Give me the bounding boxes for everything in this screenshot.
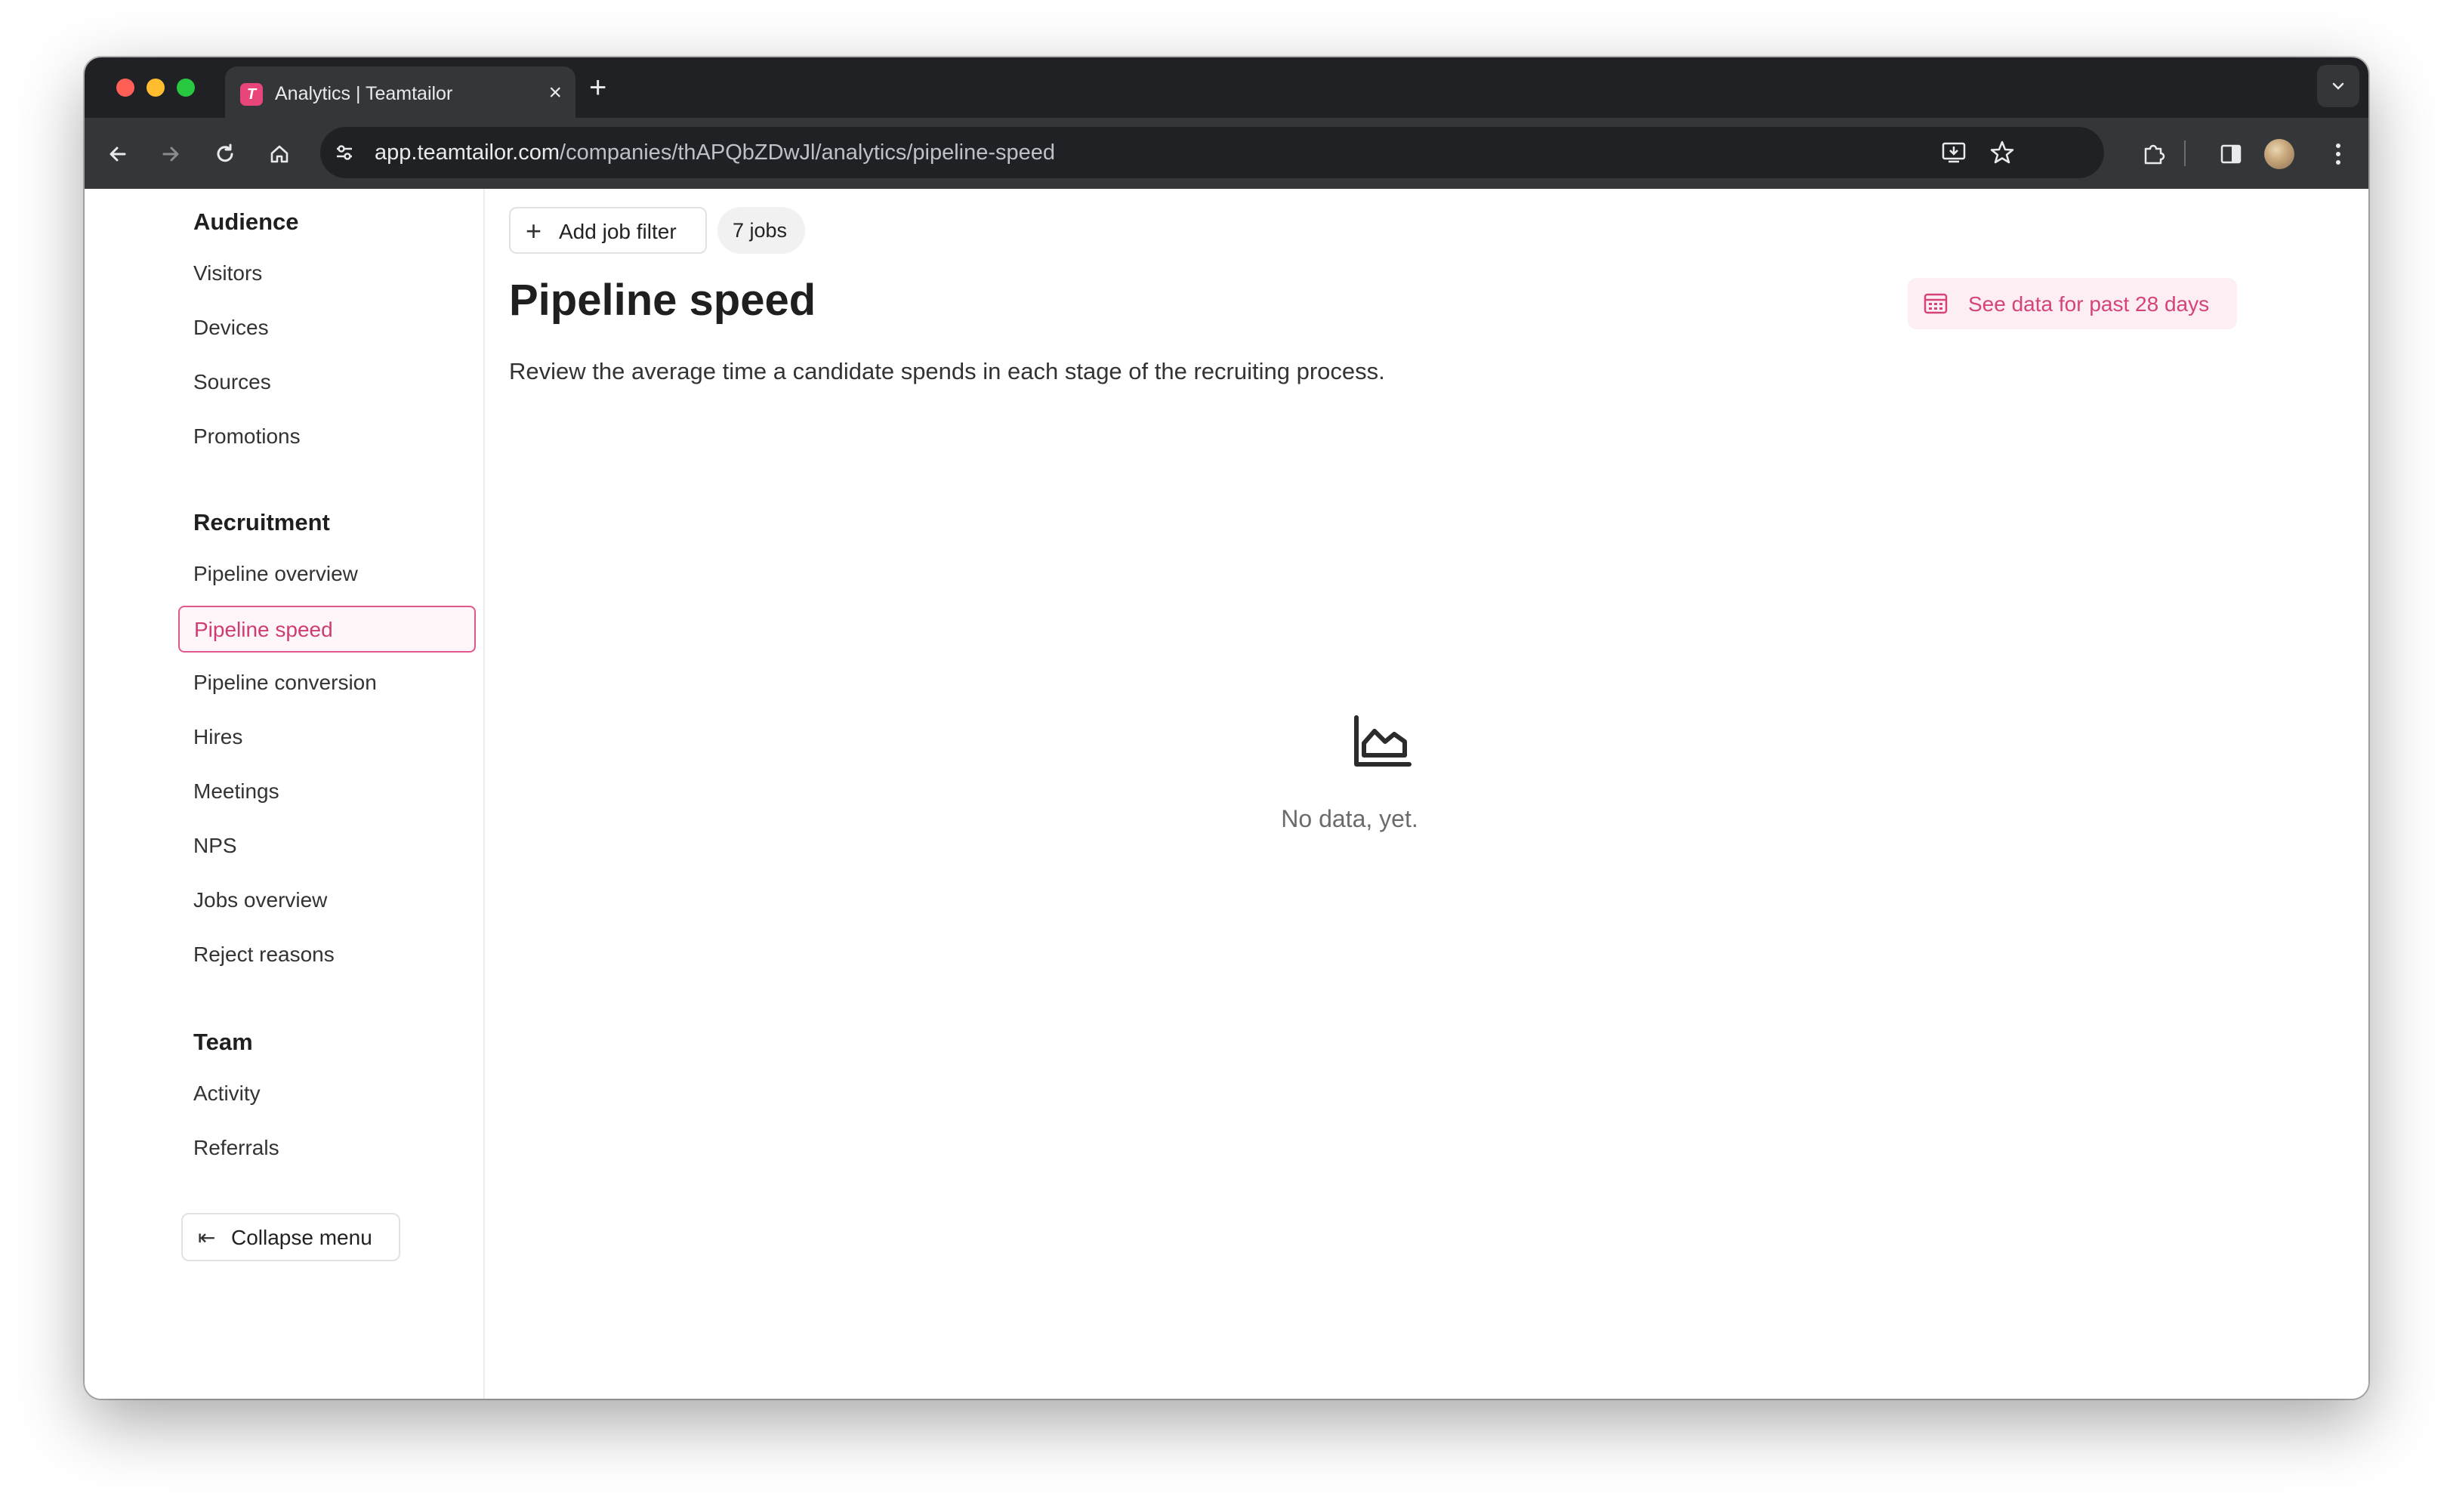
maximize-window-button[interactable] <box>177 79 195 97</box>
sidebar-item-nps[interactable]: NPS <box>193 834 237 858</box>
jobs-count-badge[interactable]: 7 jobs <box>717 207 805 254</box>
analytics-sidebar: Audience Visitors Devices Sources Promot… <box>85 189 485 1399</box>
tab-title: Analytics | Teamtailor <box>275 83 453 104</box>
chevron-down-icon <box>2332 82 2344 90</box>
site-settings-icon[interactable] <box>332 140 356 168</box>
tab-close-icon[interactable]: × <box>548 80 562 106</box>
main-panel: + Add job filter 7 jobs Pipeline speed R… <box>485 189 2368 1399</box>
sidebar-item-pipeline-conversion[interactable]: Pipeline conversion <box>193 671 377 695</box>
install-app-icon[interactable] <box>1941 140 1967 168</box>
close-window-button[interactable] <box>116 79 134 97</box>
forward-icon[interactable] <box>154 137 187 171</box>
tab-strip: T Analytics | Teamtailor × + <box>85 57 2368 118</box>
add-job-filter-label: Add job filter <box>559 220 677 243</box>
collapse-arrow-icon: ⇤ <box>198 1226 216 1249</box>
more-menu-icon[interactable] <box>2322 137 2355 171</box>
area-chart-icon <box>1352 714 1412 773</box>
sidebar-item-activity[interactable]: Activity <box>193 1082 261 1106</box>
profile-avatar[interactable] <box>2264 139 2294 169</box>
page-title: Pipeline speed <box>509 276 816 325</box>
section-heading-audience: Audience <box>193 208 299 235</box>
back-icon[interactable] <box>101 137 134 171</box>
date-range-label: See data for past 28 days <box>1968 292 2210 316</box>
add-job-filter-button[interactable]: + Add job filter <box>509 207 707 254</box>
collapse-menu-button[interactable]: ⇤ Collapse menu <box>181 1213 400 1261</box>
sidebar-item-referrals[interactable]: Referrals <box>193 1136 279 1160</box>
teamtailor-favicon-icon: T <box>240 83 263 106</box>
sidebar-item-visitors[interactable]: Visitors <box>193 261 262 285</box>
sidebar-item-devices[interactable]: Devices <box>193 316 269 340</box>
page-description: Review the average time a candidate spen… <box>509 358 1385 384</box>
reload-icon[interactable] <box>208 137 242 171</box>
date-range-button[interactable]: See data for past 28 days <box>1908 278 2237 329</box>
jobs-count-label: 7 jobs <box>733 219 788 242</box>
section-heading-team: Team <box>193 1029 253 1055</box>
sidebar-item-promotions[interactable]: Promotions <box>193 424 301 449</box>
sidebar-item-label: Pipeline speed <box>194 618 333 641</box>
page-content: Audience Visitors Devices Sources Promot… <box>85 189 2368 1399</box>
sidebar-item-pipeline-speed[interactable]: Pipeline speed <box>178 606 476 653</box>
browser-tab[interactable]: T Analytics | Teamtailor × <box>225 66 575 118</box>
sidebar-item-pipeline-overview[interactable]: Pipeline overview <box>193 562 358 586</box>
sidebar-item-meetings[interactable]: Meetings <box>193 779 279 804</box>
side-panel-icon[interactable] <box>2214 137 2248 171</box>
sidebar-item-sources[interactable]: Sources <box>193 370 271 394</box>
browser-toolbar: app.teamtailor.com/companies/thAPQbZDwJl… <box>85 118 2368 189</box>
calendar-icon <box>1923 292 1949 319</box>
toolbar-separator <box>2184 140 2186 166</box>
tab-search-button[interactable] <box>2317 65 2359 107</box>
empty-state-message: No data, yet. <box>1281 805 1418 832</box>
sidebar-item-jobs-overview[interactable]: Jobs overview <box>193 888 327 912</box>
address-bar[interactable]: app.teamtailor.com/companies/thAPQbZDwJl… <box>320 127 2104 178</box>
section-heading-recruitment: Recruitment <box>193 509 330 535</box>
minimize-window-button[interactable] <box>147 79 165 97</box>
plus-icon: + <box>526 215 542 246</box>
collapse-menu-label: Collapse menu <box>231 1226 372 1249</box>
sidebar-item-reject-reasons[interactable]: Reject reasons <box>193 943 335 967</box>
browser-window: T Analytics | Teamtailor × + app.teamtai… <box>85 57 2368 1399</box>
url-text: app.teamtailor.com/companies/thAPQbZDwJl… <box>375 140 1056 165</box>
sidebar-item-hires[interactable]: Hires <box>193 725 242 749</box>
extensions-icon[interactable] <box>2137 137 2171 171</box>
new-tab-icon[interactable]: + <box>589 71 606 104</box>
home-icon[interactable] <box>263 137 296 171</box>
bookmark-star-icon[interactable] <box>1989 140 2015 169</box>
